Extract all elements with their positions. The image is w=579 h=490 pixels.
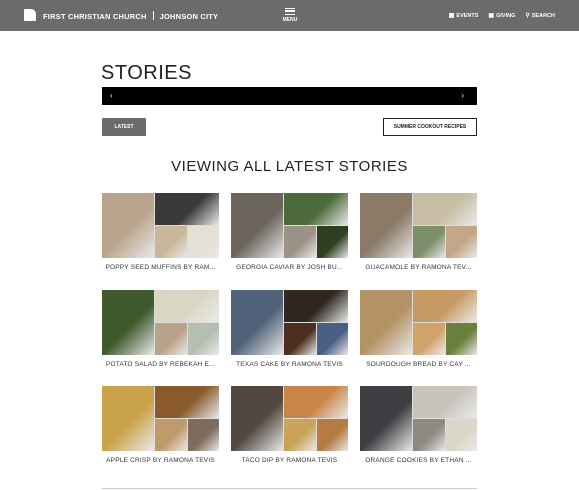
story-card[interactable]: POTATO SALAD BY REBEKAH E... [102, 290, 219, 368]
story-photo [188, 419, 219, 451]
story-photo-collage[interactable] [360, 290, 477, 355]
story-photo [446, 323, 477, 355]
story-photo [155, 290, 219, 322]
story-photo [413, 226, 445, 258]
nav-events[interactable]: ▦ EVENTS [448, 12, 479, 20]
story-photo [360, 386, 412, 451]
brand[interactable]: FIRST CHRISTIAN CHURCH JOHNSON CITY [43, 11, 218, 21]
story-card[interactable]: POPPY SEED MUFFINS BY RAM... [102, 193, 219, 271]
story-photo [413, 323, 445, 355]
story-photo [102, 386, 154, 451]
story-photo-collage[interactable] [360, 386, 477, 451]
story-photo [155, 386, 219, 418]
story-caption[interactable]: ORANGE COOKIES BY ETHAN ... [360, 457, 477, 464]
story-photo [446, 226, 477, 258]
calendar-icon: ▦ [448, 13, 455, 19]
story-photo-collage[interactable] [231, 386, 348, 451]
slider-prev-icon[interactable]: ‹ [110, 91, 113, 100]
story-photo [231, 193, 283, 258]
story-caption[interactable]: GUACAMOLE BY RAMONA TEV... [360, 264, 477, 271]
story-photo [231, 290, 283, 355]
story-photo [102, 290, 154, 355]
story-photo [413, 386, 477, 418]
story-card[interactable]: GEORGIA CAVIAR BY JOSH BU... [231, 193, 348, 271]
story-photo [360, 290, 412, 355]
story-photo-collage[interactable] [102, 193, 219, 258]
story-photo [317, 226, 348, 258]
story-photo [284, 226, 316, 258]
slider-next-icon[interactable]: › [461, 91, 464, 100]
story-photo-collage[interactable] [231, 193, 348, 258]
story-photo-collage[interactable] [102, 290, 219, 355]
story-photo [317, 323, 348, 355]
story-photo [413, 419, 445, 451]
story-caption[interactable]: APPLE CRISP BY RAMONA TEVIS [102, 457, 219, 464]
story-photo [188, 323, 219, 355]
brand-name: FIRST CHRISTIAN CHURCH [43, 12, 147, 21]
story-photo [284, 323, 316, 355]
story-card[interactable]: TEXAS CAKE BY RAMONA TEVIS [231, 290, 348, 368]
story-photo-collage[interactable] [360, 193, 477, 258]
story-card[interactable]: GUACAMOLE BY RAMONA TEV... [360, 193, 477, 271]
nav-events-label: EVENTS [456, 12, 479, 19]
story-photo [413, 193, 477, 225]
story-photo [102, 193, 154, 258]
nav-search-label: SEARCH [531, 12, 555, 19]
church-logo-icon[interactable] [24, 9, 36, 21]
story-photo [446, 419, 477, 451]
story-photo [284, 193, 348, 225]
story-photo [360, 193, 412, 258]
story-caption[interactable]: SOURDOUGH BREAD BY CAY ... [360, 361, 477, 368]
menu-label: MENU [282, 17, 298, 23]
divider [102, 488, 477, 489]
story-caption[interactable]: TEXAS CAKE BY RAMONA TEVIS [231, 361, 348, 368]
page-title: STORIES [101, 62, 192, 84]
story-photo [413, 290, 477, 322]
header-nav: ▦ EVENTS ▣ GIVING ⚲ SEARCH [448, 12, 555, 20]
story-caption[interactable]: GEORGIA CAVIAR BY JOSH BU... [231, 264, 348, 271]
nav-giving[interactable]: ▣ GIVING [488, 12, 516, 20]
story-photo [155, 419, 187, 451]
nav-search[interactable]: ⚲ SEARCH [525, 12, 555, 20]
hamburger-icon [285, 8, 295, 15]
story-caption[interactable]: POPPY SEED MUFFINS BY RAM... [102, 264, 219, 271]
story-photo [155, 193, 219, 225]
search-icon: ⚲ [525, 13, 530, 19]
story-photo-collage[interactable] [102, 386, 219, 451]
story-card[interactable]: APPLE CRISP BY RAMONA TEVIS [102, 386, 219, 464]
gift-icon: ▣ [488, 13, 495, 19]
story-photo [188, 226, 219, 258]
section-heading: VIEWING ALL LATEST STORIES [171, 158, 408, 175]
story-photo [284, 386, 348, 418]
site-header: FIRST CHRISTIAN CHURCH JOHNSON CITY MENU … [0, 0, 579, 31]
story-caption[interactable]: TACO DIP BY RAMONA TEVIS [231, 457, 348, 464]
story-photo [284, 419, 316, 451]
story-photo [155, 226, 187, 258]
story-photo [155, 323, 187, 355]
brand-location: JOHNSON CITY [159, 12, 219, 21]
story-card[interactable]: TACO DIP BY RAMONA TEVIS [231, 386, 348, 464]
story-photo-collage[interactable] [231, 290, 348, 355]
filter-summer-cookout-button[interactable]: SUMMER COOKOUT RECIPES [383, 118, 477, 136]
story-photo [317, 419, 348, 451]
filter-latest-button[interactable]: LATEST [102, 118, 146, 136]
story-photo [284, 290, 348, 322]
story-caption[interactable]: POTATO SALAD BY REBEKAH E... [102, 361, 219, 368]
story-slider: ‹ › [102, 87, 477, 105]
brand-divider [152, 11, 154, 20]
story-card[interactable]: SOURDOUGH BREAD BY CAY ... [360, 290, 477, 368]
story-photo [231, 386, 283, 451]
menu-button[interactable]: MENU [278, 8, 302, 23]
story-card[interactable]: ORANGE COOKIES BY ETHAN ... [360, 386, 477, 464]
nav-giving-label: GIVING [496, 12, 516, 19]
